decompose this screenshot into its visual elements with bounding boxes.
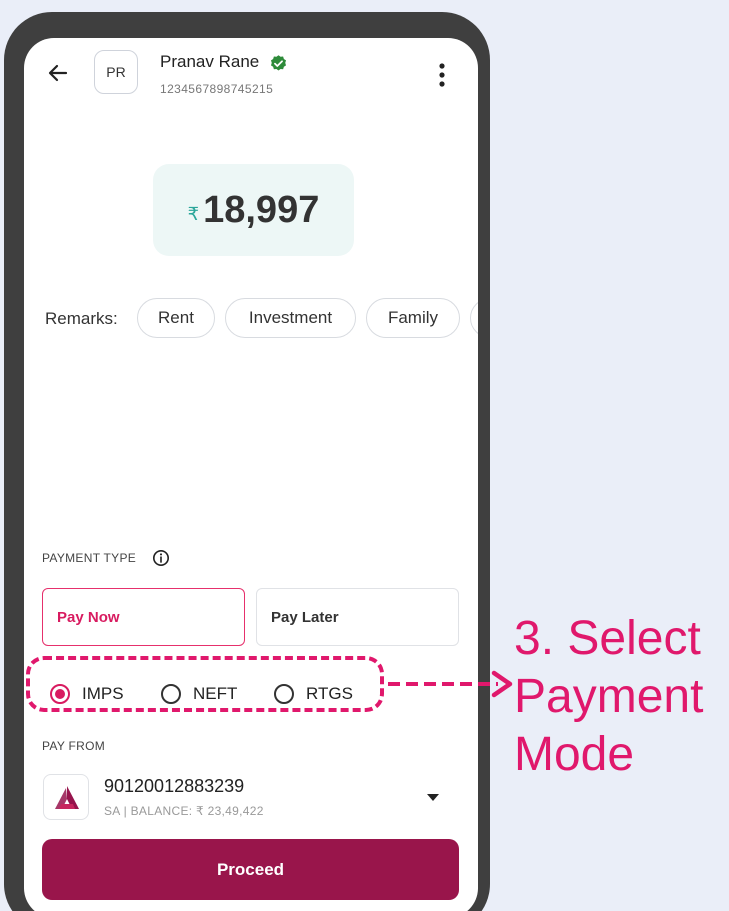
payment-type-label: PAYMENT TYPE xyxy=(42,551,137,565)
amount-value: 18,997 xyxy=(203,188,320,231)
remark-chip-investment[interactable]: Investment xyxy=(225,298,356,338)
proceed-button[interactable]: Proceed xyxy=(42,839,459,900)
remark-chip-rent[interactable]: Rent xyxy=(137,298,215,338)
payee-account-number: 1234567898745215 xyxy=(160,82,274,96)
amount-display[interactable]: ₹ 18,997 xyxy=(153,164,354,256)
info-icon[interactable] xyxy=(152,549,170,567)
annotation-line: Mode xyxy=(514,728,635,781)
verified-badge-icon xyxy=(270,55,287,71)
annotation-highlight-box xyxy=(26,656,384,712)
caret-down-icon[interactable] xyxy=(427,794,439,802)
pay-from-label: PAY FROM xyxy=(42,739,106,753)
phone-frame: PR Pranav Rane 1234567898745215 ₹ 18,997… xyxy=(4,12,490,911)
axis-bank-logo xyxy=(43,774,89,820)
annotation-arrow-icon xyxy=(388,670,513,698)
currency-symbol: ₹ xyxy=(187,203,200,224)
page: PR Pranav Rane 1234567898745215 ₹ 18,997… xyxy=(0,0,729,911)
payee-name: Pranav Rane xyxy=(160,52,260,71)
annotation-line: 3. Select xyxy=(514,612,701,665)
pay-later-button[interactable]: Pay Later xyxy=(256,588,459,646)
remark-chip-more[interactable] xyxy=(470,298,478,338)
avatar: PR xyxy=(94,50,138,94)
app-screen: PR Pranav Rane 1234567898745215 ₹ 18,997… xyxy=(24,38,478,911)
annotation-caption: 3. Select Payment Mode xyxy=(514,610,729,784)
back-arrow-icon[interactable] xyxy=(46,61,70,85)
remark-chip-family[interactable]: Family xyxy=(366,298,460,338)
remarks-label: Remarks: xyxy=(45,309,118,328)
source-account-number: 90120012883239 xyxy=(104,776,245,796)
pay-now-button[interactable]: Pay Now xyxy=(42,588,245,646)
kebab-menu-icon[interactable] xyxy=(435,62,449,88)
annotation-line: Payment xyxy=(514,670,704,723)
source-account-balance: SA | BALANCE: ₹ 23,49,422 xyxy=(104,804,264,818)
